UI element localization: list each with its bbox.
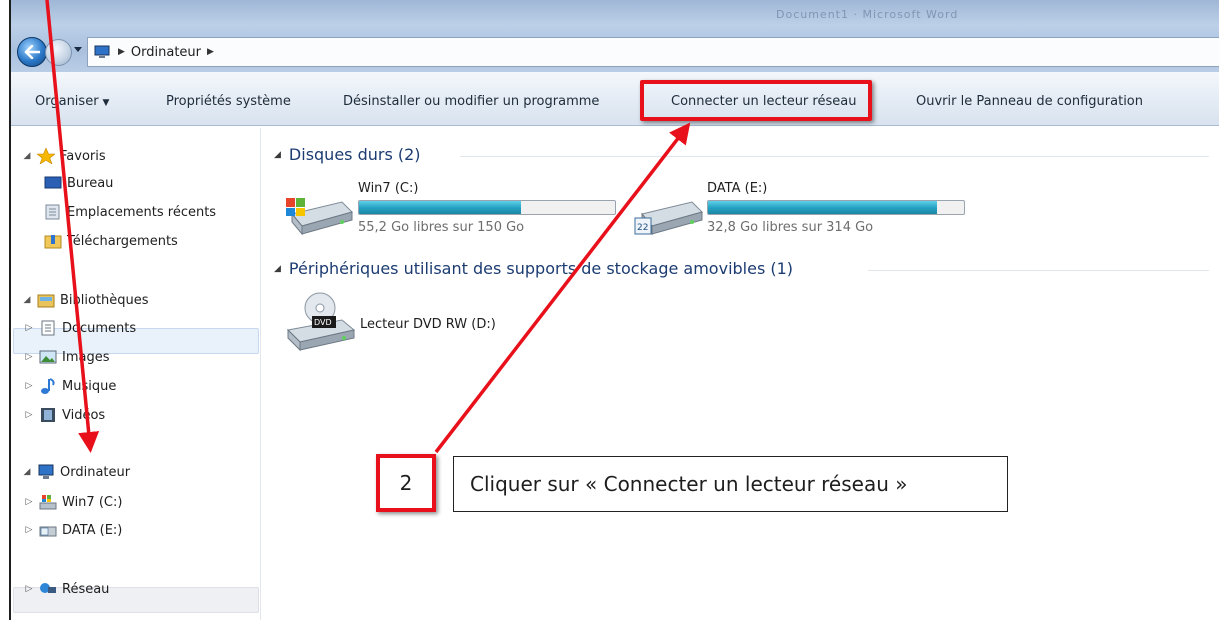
sidebar-item-label: Vidéos	[62, 407, 106, 423]
videos-icon	[41, 408, 55, 422]
sidebar-item-data-e[interactable]: ▷ DATA (E:)	[24, 518, 123, 542]
command-bar: Organiser ▼ Propriétés système Désinstall…	[11, 72, 1219, 126]
desktop-icon	[44, 176, 62, 189]
organize-button[interactable]: Organiser ▼	[35, 94, 109, 109]
drive-free-space: 32,8 Go libres sur 314 Go	[707, 220, 874, 235]
window-title-ghost: Document1 · Microsoft Word	[776, 8, 959, 21]
recent-places-icon	[45, 204, 60, 220]
dvd-drive-icon[interactable]: DVD	[284, 292, 356, 352]
removable-group-header[interactable]: ◢ Périphériques utilisant des supports d…	[274, 259, 793, 278]
drive-free-space: 55,2 Go libres sur 150 Go	[358, 220, 525, 235]
collapse-icon[interactable]: ◢	[274, 150, 281, 160]
sidebar-item-win7-c[interactable]: ▷ Win7 (C:)	[24, 490, 122, 514]
group-header-label: Périphériques utilisant des supports de …	[288, 259, 794, 278]
address-bar[interactable]: ▶ Ordinateur ▶	[87, 37, 1219, 67]
star-icon	[37, 148, 55, 164]
images-icon	[39, 350, 57, 364]
svg-text:22: 22	[637, 223, 648, 233]
sidebar-item-bibliotheques[interactable]: ◢ Bibliothèques	[22, 288, 149, 312]
computer-icon	[38, 464, 54, 479]
expand-icon[interactable]: ▷	[24, 352, 34, 362]
sidebar-item-label: Documents	[62, 320, 137, 336]
open-control-panel-button[interactable]: Ouvrir le Panneau de configuration	[916, 94, 1143, 109]
step-number-box: 2	[376, 454, 436, 512]
title-bar: Document1 · Microsoft Word ▶ Ordinateur …	[11, 0, 1219, 72]
expand-icon[interactable]: ▷	[24, 584, 34, 594]
sidebar-item-telechargements[interactable]: Téléchargements	[44, 229, 178, 253]
windows-drive-icon	[39, 495, 57, 510]
step-number: 2	[399, 471, 413, 495]
group-divider	[460, 156, 1209, 157]
data-hard-drive-icon[interactable]: 22	[634, 192, 704, 238]
history-dropdown-icon[interactable]	[74, 47, 82, 52]
sidebar-item-label: Images	[62, 349, 110, 365]
windows-hard-drive-icon[interactable]	[284, 192, 354, 236]
back-button[interactable]	[17, 37, 47, 67]
sidebar-item-label: Réseau	[62, 581, 110, 597]
collapse-icon[interactable]: ◢	[22, 151, 32, 161]
sidebar-item-ordinateur[interactable]: ◢ Ordinateur	[22, 460, 130, 484]
sidebar-item-musique[interactable]: ▷ Musique	[24, 374, 116, 398]
music-icon	[41, 378, 55, 394]
breadcrumb-ordinateur[interactable]: Ordinateur	[131, 45, 201, 60]
expand-icon[interactable]: ▷	[24, 381, 34, 391]
expand-icon[interactable]: ▷	[24, 323, 34, 333]
map-network-drive-button[interactable]: Connecter un lecteur réseau	[671, 94, 856, 109]
forward-button[interactable]	[45, 39, 72, 66]
sidebar-item-label: Ordinateur	[60, 464, 131, 480]
data-drive-icon	[39, 526, 57, 537]
system-properties-button[interactable]: Propriétés système	[166, 94, 291, 109]
sidebar-item-emplacements-recents[interactable]: Emplacements récents	[44, 200, 216, 224]
organize-label: Organiser	[35, 94, 99, 109]
sidebar-item-label: Emplacements récents	[67, 204, 217, 220]
sidebar-item-label: Téléchargements	[67, 233, 178, 249]
dvd-badge: DVD	[314, 318, 332, 327]
sidebar-item-bureau[interactable]: Bureau	[44, 171, 113, 195]
drive-usage-fill	[708, 201, 938, 214]
drive-usage-bar	[707, 200, 965, 215]
back-arrow-icon	[24, 45, 40, 59]
sidebar-item-label: DATA (E:)	[62, 522, 123, 538]
sidebar-item-label: Favoris	[60, 148, 106, 164]
group-divider	[868, 270, 1209, 271]
group-header-label: Disques durs (2)	[288, 145, 421, 164]
uninstall-program-button[interactable]: Désinstaller ou modifier un programme	[343, 94, 599, 109]
network-icon	[40, 583, 56, 593]
drive-name[interactable]: Lecteur DVD RW (D:)	[360, 317, 496, 332]
breadcrumb-separator-icon[interactable]: ▶	[207, 47, 214, 57]
sidebar-item-images[interactable]: ▷ Images	[24, 345, 110, 369]
breadcrumb-separator-icon[interactable]: ▶	[118, 47, 125, 57]
instruction-text: Cliquer sur « Connecter un lecteur résea…	[470, 472, 908, 496]
expand-icon[interactable]: ▷	[24, 525, 34, 535]
sidebar-item-favoris[interactable]: ◢ Favoris	[22, 144, 106, 168]
sidebar-item-label: Bibliothèques	[60, 292, 149, 308]
drive-usage-fill	[359, 201, 521, 214]
explorer-window: Document1 · Microsoft Word ▶ Ordinateur …	[9, 0, 1219, 620]
hard-drives-group-header[interactable]: ◢ Disques durs (2)	[274, 145, 421, 164]
drive-usage-bar	[358, 200, 616, 215]
collapse-icon[interactable]: ◢	[22, 467, 32, 477]
expand-icon[interactable]: ▷	[24, 497, 34, 507]
drive-name[interactable]: Win7 (C:)	[358, 181, 418, 196]
collapse-icon[interactable]: ◢	[274, 264, 281, 274]
downloads-folder-icon	[44, 235, 62, 249]
chevron-down-icon: ▼	[102, 98, 110, 108]
collapse-icon[interactable]: ◢	[22, 295, 32, 305]
sidebar-item-documents[interactable]: ▷ Documents	[24, 316, 136, 340]
sidebar-item-label: Musique	[62, 378, 117, 394]
sidebar-item-videos[interactable]: ▷ Vidéos	[24, 403, 106, 427]
instruction-box: Cliquer sur « Connecter un lecteur résea…	[453, 456, 1008, 512]
computer-icon	[94, 45, 110, 58]
sidebar-item-label: Bureau	[67, 175, 114, 191]
expand-icon[interactable]: ▷	[24, 410, 34, 420]
sidebar-item-reseau[interactable]: ▷ Réseau	[24, 577, 110, 601]
libraries-icon	[37, 294, 55, 308]
drive-name[interactable]: DATA (E:)	[707, 181, 767, 196]
documents-icon	[41, 320, 55, 336]
sidebar-item-label: Win7 (C:)	[62, 494, 123, 510]
